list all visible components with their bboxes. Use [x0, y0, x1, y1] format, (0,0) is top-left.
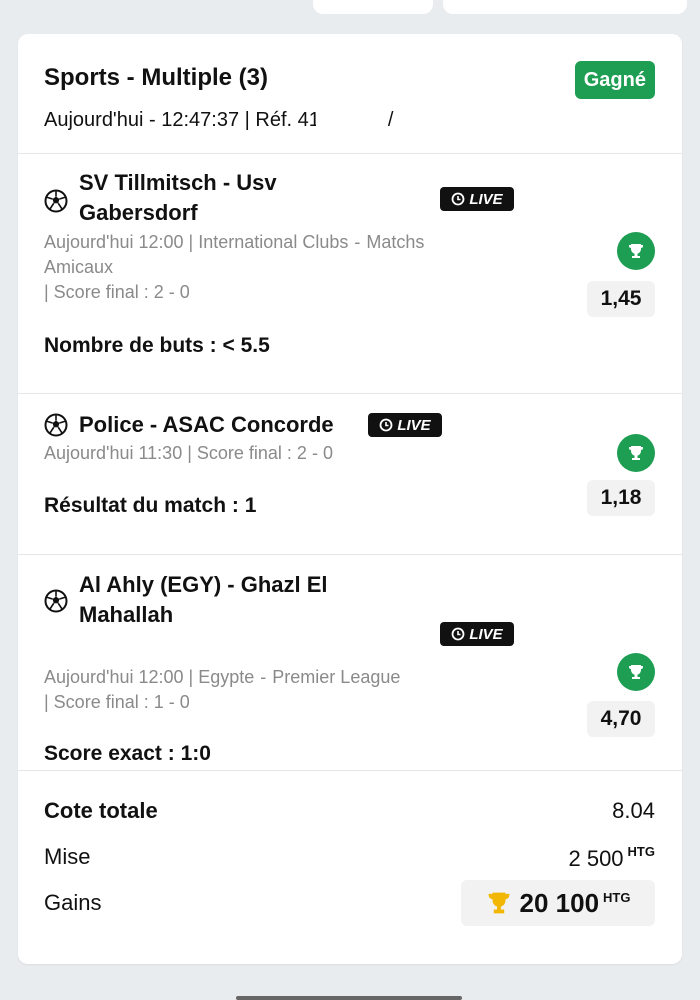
total-odds-value: 8.04 [612, 798, 655, 823]
event-title[interactable]: Police - ASAC Concorde [79, 410, 334, 440]
trophy-icon [629, 446, 643, 460]
soccer-ball-icon [44, 189, 68, 213]
bet-summary: Cote totale 8.04 Mise 2 500 HTG Gains 20 … [18, 770, 682, 960]
live-label: LIVE [469, 190, 503, 208]
event-score: | Score final : 2 - 0 [44, 282, 190, 302]
event-score: | Score final : 1 - 0 [44, 692, 190, 712]
event-odds: 4,70 [587, 701, 655, 737]
live-badge: LIVE [368, 413, 442, 437]
live-label: LIVE [469, 625, 503, 643]
live-clock-icon [451, 627, 465, 641]
meta-dash: - [354, 232, 361, 252]
event-league-c: Amicaux [44, 257, 114, 277]
redacted-ref [315, 106, 384, 132]
live-clock-icon [379, 418, 393, 432]
event-item: Police - ASAC Concorde LIVE Aujourd'hui … [18, 394, 682, 554]
stake-value: 2 500 HTG [568, 844, 655, 872]
event-meta: Aujourd'hui 12:00 | International Clubs -… [44, 230, 524, 305]
bet-card: Sports - Multiple (3) Aujourd'hui - 12:4… [18, 34, 682, 964]
live-badge: LIVE [440, 622, 514, 646]
event-market: Nombre de buts : < 5.5 [44, 334, 270, 357]
winnings-amount: 20 100 [519, 887, 600, 918]
event-title[interactable]: SV Tillmitsch - Usv Gabersdorf [79, 168, 277, 228]
event-meta: Aujourd'hui 12:00 | Egypte - Premier Leagu… [44, 665, 524, 715]
soccer-ball-icon [44, 589, 68, 613]
event-time: Aujourd'hui 11:30 | Score final : 2 - 0 [44, 443, 333, 463]
event-league: Egypte [198, 667, 255, 687]
trophy-icon [629, 244, 643, 258]
trophy-icon [488, 892, 509, 914]
bet-ref-tail: / [387, 109, 394, 131]
total-odds-label: Cote totale [44, 798, 158, 823]
event-item: SV Tillmitsch - Usv Gabersdorf LIVE Aujo… [18, 154, 682, 393]
winnings-label: Gains [44, 890, 102, 915]
top-tab-right[interactable] [443, 0, 687, 14]
live-label: LIVE [397, 416, 431, 434]
event-time: Aujourd'hui 12:00 | [44, 667, 194, 687]
event-odds: 1,18 [587, 480, 655, 516]
bet-header: Sports - Multiple (3) Aujourd'hui - 12:4… [18, 34, 682, 153]
event-title-line1: Police - ASAC Concorde [79, 412, 334, 437]
event-league: International Clubs [198, 232, 349, 252]
live-clock-icon [451, 192, 465, 206]
event-odds: 1,45 [587, 281, 655, 317]
event-meta: Aujourd'hui 11:30 | Score final : 2 - 0 [44, 441, 524, 466]
event-title-line1: SV Tillmitsch - Usv [79, 170, 277, 195]
winnings-currency: HTG [603, 889, 631, 905]
event-title-line2: Gabersdorf [79, 200, 198, 225]
event-league-b: Premier League [272, 667, 401, 687]
event-market: Résultat du match : 1 [44, 494, 257, 517]
bet-date-ref: Aujourd'hui - 12:47:37 | Réf. 41 / [44, 106, 393, 132]
trophy-icon [629, 665, 643, 679]
event-title-line1: Al Ahly (EGY) - Ghazl El [79, 572, 328, 597]
status-badge: Gagné [574, 61, 655, 99]
meta-dash: - [260, 667, 267, 687]
bet-title: Sports - Multiple (3) [44, 64, 268, 91]
event-market: Score exact : 1:0 [44, 742, 211, 765]
winnings-box: 20 100 HTG [461, 880, 655, 926]
event-item: Al Ahly (EGY) - Ghazl El Mahallah LIVE A… [18, 555, 682, 769]
live-badge: LIVE [440, 187, 514, 211]
event-league-b: Matchs [366, 232, 425, 252]
soccer-ball-icon [44, 413, 68, 437]
stake-amount: 2 500 [568, 846, 624, 871]
event-time: Aujourd'hui 12:00 | [44, 232, 194, 252]
top-tab-left[interactable] [313, 0, 433, 14]
event-title[interactable]: Al Ahly (EGY) - Ghazl El Mahallah [79, 570, 328, 630]
bet-date-label: Aujourd'hui - 12:47:37 | Réf. 41 [44, 109, 320, 131]
won-trophy-icon [617, 232, 655, 270]
won-trophy-icon [617, 434, 655, 472]
event-title-line2: Mahallah [79, 602, 174, 627]
won-trophy-icon [617, 653, 655, 691]
home-indicator [236, 996, 462, 1000]
stake-currency: HTG [627, 844, 655, 859]
stake-label: Mise [44, 844, 91, 869]
